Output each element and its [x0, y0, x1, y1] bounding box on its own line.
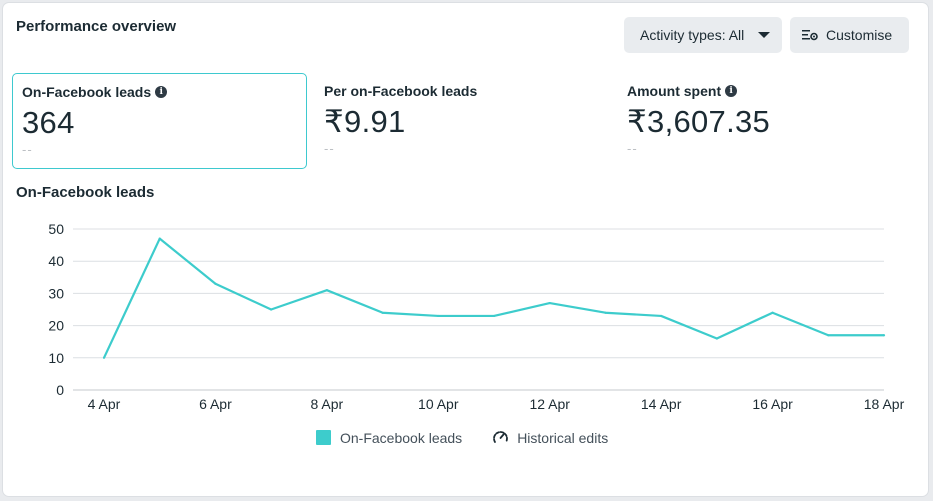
data-point — [102, 356, 106, 359]
data-point — [214, 282, 217, 285]
legend-label: Historical edits — [517, 429, 609, 446]
x-tick-label: 14 Apr — [641, 396, 682, 412]
legend-swatch — [316, 430, 331, 445]
data-point — [381, 311, 384, 314]
data-point — [158, 237, 161, 240]
data-point — [604, 311, 607, 314]
y-tick-label: 10 — [48, 350, 64, 366]
x-tick-label: 6 Apr — [199, 396, 232, 412]
legend-item-historical-edits[interactable]: Historical edits — [492, 429, 608, 446]
data-point — [325, 289, 328, 292]
data-point — [827, 334, 830, 337]
x-tick-label: 10 Apr — [418, 396, 459, 412]
gauge-icon — [493, 431, 509, 443]
data-point — [660, 314, 663, 318]
chart-legend: On-Facebook leads Historical edits — [316, 429, 608, 446]
data-point — [548, 301, 551, 305]
y-tick-label: 40 — [48, 253, 64, 269]
y-tick-label: 20 — [48, 318, 64, 334]
x-tick-label: 8 Apr — [311, 396, 344, 412]
x-tick-label: 4 Apr — [88, 396, 121, 412]
data-point — [437, 314, 440, 318]
data-point — [882, 334, 886, 337]
series-line — [103, 237, 884, 359]
data-point — [771, 311, 774, 314]
y-tick-label: 50 — [48, 221, 64, 237]
line-chart: 0 10 20 30 40 50 4 Apr 6 Apr 8 Apr 10 Apr 12 Apr 14… — [48, 221, 905, 412]
x-tick-label: 12 Apr — [529, 396, 570, 412]
y-tick-label: 30 — [48, 285, 64, 301]
x-tick-label: 16 Apr — [752, 396, 793, 412]
legend-item-leads[interactable]: On-Facebook leads — [316, 430, 462, 446]
data-point — [715, 337, 718, 340]
data-point — [270, 308, 273, 311]
x-tick-label: 18 Apr — [864, 396, 905, 412]
data-point — [492, 314, 496, 318]
y-tick-label: 0 — [56, 382, 64, 398]
legend-label: On-Facebook leads — [340, 429, 463, 446]
